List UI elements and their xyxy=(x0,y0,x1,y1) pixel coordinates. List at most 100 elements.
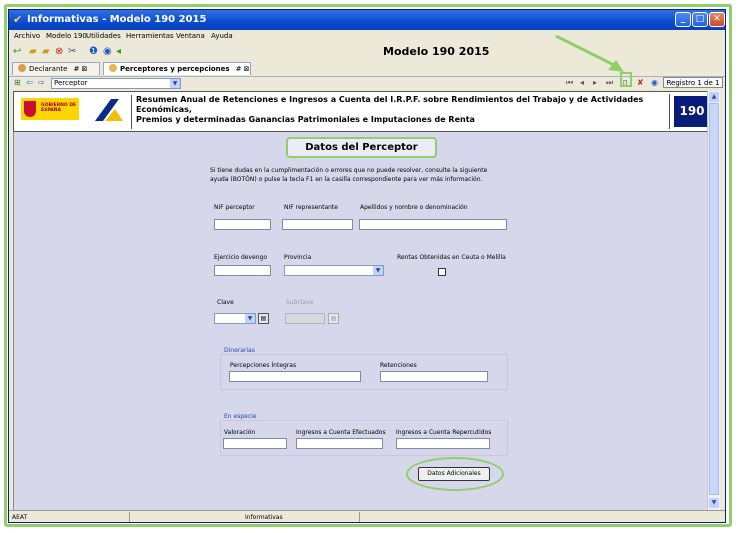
app-check-icon: ✔ xyxy=(13,13,23,26)
ejercicio-devengo-input[interactable] xyxy=(214,265,271,276)
nav-forward-icon[interactable]: ⇨ xyxy=(38,78,45,87)
retenciones-label: Retenciones xyxy=(380,362,417,369)
nif-representante-input[interactable] xyxy=(282,219,353,230)
clave-select[interactable]: ▼ xyxy=(214,313,256,324)
subclave-list-icon: ▤ xyxy=(328,313,339,324)
title-bar[interactable]: ✔ Informativas - Modelo 190 2015 _ □ ✕ xyxy=(9,10,725,30)
help-icon[interactable]: ◉ xyxy=(103,46,112,58)
model-number: 190 xyxy=(674,96,710,127)
scroll-up-icon[interactable]: ▲ xyxy=(709,92,719,102)
annotation-box xyxy=(620,72,632,87)
spain-shield-icon xyxy=(24,101,36,117)
tab-close[interactable]: # ⊠ xyxy=(73,65,87,73)
nav-back-icon[interactable]: ⇦ xyxy=(26,78,33,87)
menu-ventana[interactable]: Ventana xyxy=(176,32,205,40)
help-line-1: Si tiene dudas en la cumplimentación o e… xyxy=(210,167,488,174)
open-folder-icon[interactable]: ▰ xyxy=(42,46,50,58)
status-middle: Informativas xyxy=(245,514,283,521)
rentas-ceuta-checkbox[interactable] xyxy=(438,268,446,276)
subclave-select xyxy=(285,313,325,324)
tab-declarante[interactable]: Declarante # ⊠ xyxy=(12,62,100,75)
provincia-select[interactable]: ▼ xyxy=(284,265,384,276)
provincia-label: Provincia xyxy=(284,254,312,261)
retenciones-input[interactable] xyxy=(380,371,488,382)
annotation-arrow-icon xyxy=(555,34,624,72)
ejercicio-devengo-label: Ejercicio devengo xyxy=(214,254,268,261)
aeat-logo-icon xyxy=(95,99,123,121)
record-counter: Registro 1 de 1 xyxy=(663,77,723,88)
nif-perceptor-input[interactable] xyxy=(214,219,271,230)
first-record-icon[interactable]: ⏮ xyxy=(566,78,573,88)
annotation-oval xyxy=(406,457,504,491)
perceptor-selector[interactable]: Perceptor ▼ xyxy=(51,78,181,89)
tab-close[interactable]: # ⊠ xyxy=(236,65,250,73)
delete-icon[interactable]: ⊗ xyxy=(55,46,63,58)
percepciones-integras-label: Percepciones Íntegras xyxy=(230,362,297,369)
ingresos-efectuados-label: Ingresos a Cuenta Efectuados xyxy=(296,429,386,436)
status-left: AEAT xyxy=(12,514,28,521)
apellidos-input[interactable] xyxy=(359,219,507,230)
percepciones-integras-input[interactable] xyxy=(229,371,361,382)
delete-record-icon[interactable]: ✘ xyxy=(637,78,644,87)
prev-record-icon[interactable]: ◂ xyxy=(580,78,584,87)
help-circle-icon[interactable]: ◉ xyxy=(651,78,658,87)
nif-representante-label: NIF representante xyxy=(284,204,338,211)
valoracion-label: Valoración xyxy=(224,429,256,436)
close-button[interactable]: ✕ xyxy=(709,12,725,27)
minimize-button[interactable]: _ xyxy=(675,12,691,27)
chevron-down-icon[interactable]: ▼ xyxy=(170,79,180,88)
header-line-2: Premios y determinadas Ganancias Patrimo… xyxy=(136,115,475,124)
perceptor-selector-value: Perceptor xyxy=(54,79,88,87)
help-text: Si tiene dudas en la cumplimentación o e… xyxy=(210,166,510,184)
gobierno-text: GOBIERNO DE ESPAÑA xyxy=(41,103,77,113)
menu-archivo[interactable]: Archivo xyxy=(14,32,40,40)
status-separator xyxy=(129,512,130,522)
help-line-2: ayuda (BOTÓN) o pulse la tecla F1 en la … xyxy=(210,176,483,183)
menu-herramientas[interactable]: Herramientas xyxy=(126,32,174,40)
tab-perceptores[interactable]: Perceptores y percepciones # ⊠ xyxy=(103,62,251,75)
folder-icon[interactable]: ▰ xyxy=(29,46,37,58)
rentas-ceuta-label: Rentas Obtenidas en Ceuta o Melilla xyxy=(397,254,506,261)
ingresos-repercutidos-label: Ingresos a Cuenta Repercutidos xyxy=(396,429,492,436)
status-bar: AEAT Informativas xyxy=(9,510,725,522)
perceptores-icon xyxy=(109,64,117,72)
form-header-text: Resumen Anual de Retenciones e Ingresos … xyxy=(136,95,661,125)
menu-utilidades[interactable]: Utilidades xyxy=(86,32,121,40)
header-line-1: Resumen Anual de Retenciones e Ingresos … xyxy=(136,95,644,114)
navigation-bar: ⊞ ⇦ ⇨ Perceptor ▼ ⏮ ◂ ▸ ⏭ ▯ ✘ ◉ Registro… xyxy=(9,76,725,91)
app-title: Modelo 190 2015 xyxy=(383,45,490,58)
clave-label: Clave xyxy=(217,299,234,306)
nif-perceptor-label: NIF perceptor xyxy=(214,204,255,211)
ingresos-efectuados-input[interactable] xyxy=(296,438,383,449)
export-icon[interactable]: ◂ xyxy=(116,46,121,58)
maximize-button[interactable]: □ xyxy=(692,12,708,27)
status-separator xyxy=(359,512,360,522)
scroll-down-icon[interactable]: ▼ xyxy=(709,498,719,508)
valoracion-input[interactable] xyxy=(223,438,287,449)
gobierno-logo: GOBIERNO DE ESPAÑA xyxy=(21,98,79,120)
subclave-label: Subclave xyxy=(286,299,314,306)
en-especie-label: En especie xyxy=(224,413,257,420)
next-record-icon[interactable]: ▸ xyxy=(593,78,597,87)
info-icon[interactable]: ❶ xyxy=(89,46,98,58)
back-arrow-icon[interactable]: ↩ xyxy=(13,46,21,58)
chevron-down-icon[interactable]: ▼ xyxy=(245,314,255,323)
last-record-icon[interactable]: ⏭ xyxy=(606,78,613,88)
tools-icon[interactable]: ✂ xyxy=(68,46,76,58)
chevron-down-icon[interactable]: ▼ xyxy=(373,266,383,275)
form-header: GOBIERNO DE ESPAÑA Resumen Anual de Rete… xyxy=(13,91,717,132)
declarante-icon xyxy=(18,64,26,72)
menu-modelo190[interactable]: Modelo 190 xyxy=(46,32,87,40)
tab-label: Declarante xyxy=(29,65,68,73)
ingresos-repercutidos-input[interactable] xyxy=(396,438,490,449)
clave-list-icon[interactable]: ▤ xyxy=(258,313,269,324)
apellidos-label: Apellidos y nombre o denominación xyxy=(360,204,468,211)
vertical-scrollbar[interactable]: ▲ ▼ xyxy=(707,91,720,510)
window-title: Informativas - Modelo 190 2015 xyxy=(27,14,207,25)
dinerarias-label: Dinerarias xyxy=(224,347,255,354)
menu-ayuda[interactable]: Ayuda xyxy=(211,32,233,40)
form-title: Datos del Perceptor xyxy=(286,137,437,158)
tree-icon[interactable]: ⊞ xyxy=(14,78,21,87)
tab-label: Perceptores y percepciones xyxy=(120,65,230,73)
scroll-thumb[interactable] xyxy=(709,103,719,495)
